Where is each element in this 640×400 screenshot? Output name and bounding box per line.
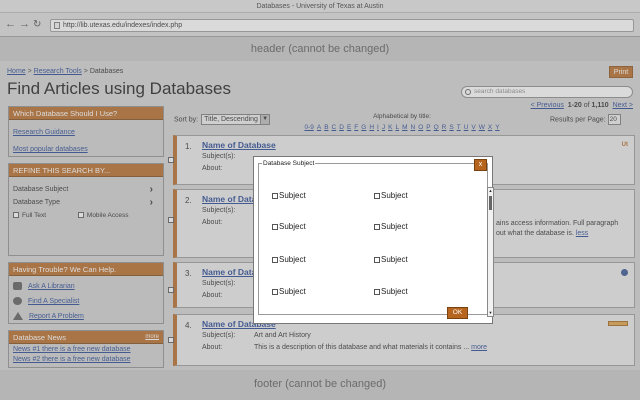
subject-checkbox[interactable]: [272, 256, 278, 263]
subject-option[interactable]: Subject: [374, 287, 408, 296]
subject-checkbox[interactable]: [374, 223, 380, 230]
subject-label: Subject: [381, 191, 408, 200]
subject-label: Subject: [279, 287, 306, 296]
subject-label: Subject: [279, 191, 306, 200]
subject-fieldset: Database Subject Subject Subject Subject…: [258, 160, 494, 317]
subject-option[interactable]: Subject: [272, 222, 306, 231]
modal-legend: Database Subject: [263, 160, 315, 167]
subject-label: Subject: [381, 287, 408, 296]
modal-ok-button[interactable]: OK: [447, 307, 468, 319]
subject-option[interactable]: Subject: [272, 191, 306, 200]
modal-scrollbar[interactable]: ▲ ▼: [487, 187, 494, 317]
subject-option[interactable]: Subject: [272, 255, 306, 264]
database-subject-modal: Database Subject Subject Subject Subject…: [253, 156, 494, 324]
subject-checkbox[interactable]: [272, 223, 278, 230]
subject-label: Subject: [381, 222, 408, 231]
subject-checkbox[interactable]: [272, 192, 278, 199]
subject-checkbox[interactable]: [374, 288, 380, 295]
subject-option[interactable]: Subject: [374, 191, 408, 200]
scroll-thumb[interactable]: [489, 196, 492, 210]
subject-option[interactable]: Subject: [272, 287, 306, 296]
scroll-up-icon[interactable]: ▲: [488, 188, 493, 194]
subject-option[interactable]: Subject: [374, 255, 408, 264]
subject-label: Subject: [279, 222, 306, 231]
subject-checkbox[interactable]: [374, 256, 380, 263]
subject-checkbox[interactable]: [374, 192, 380, 199]
subject-label: Subject: [381, 255, 408, 264]
modal-close-button[interactable]: x: [474, 159, 487, 171]
subject-label: Subject: [279, 255, 306, 264]
scroll-down-icon[interactable]: ▼: [488, 310, 493, 316]
subject-checkbox[interactable]: [272, 288, 278, 295]
subject-option[interactable]: Subject: [374, 222, 408, 231]
